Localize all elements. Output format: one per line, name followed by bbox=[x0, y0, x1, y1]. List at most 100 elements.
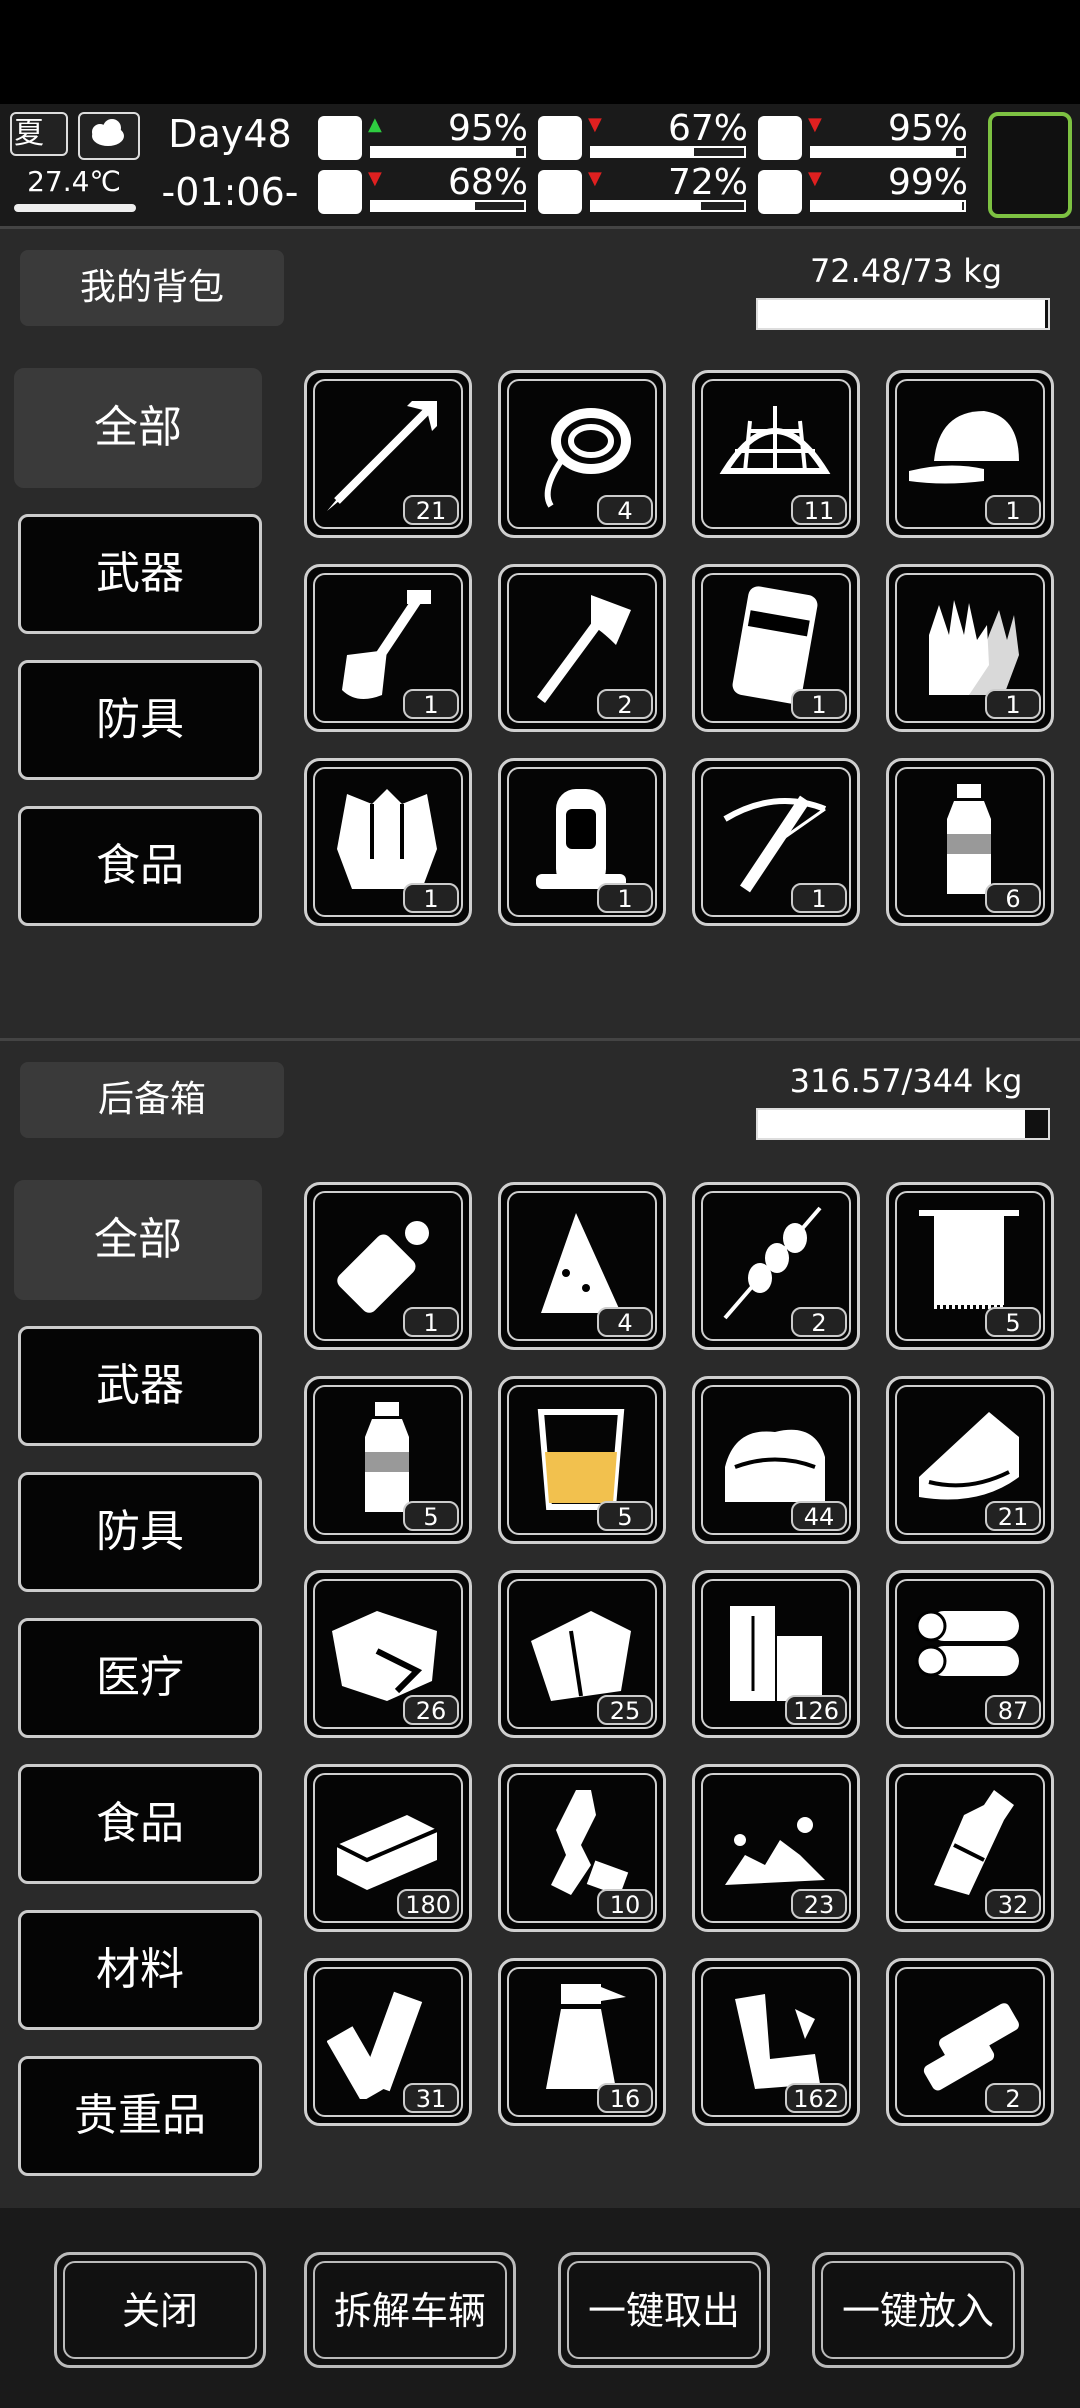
backpack-item-slot[interactable]: 4 bbox=[498, 370, 666, 538]
backpack-item-slot[interactable]: 1 bbox=[304, 564, 472, 732]
store-all-button[interactable]: 一键放入 bbox=[812, 2252, 1024, 2368]
rope-icon bbox=[544, 408, 631, 508]
backpack-item-slot[interactable]: 11 bbox=[692, 370, 860, 538]
backpack-category-tab[interactable]: 防具 bbox=[18, 660, 262, 780]
dismantle-vehicle-button[interactable]: 拆解车辆 bbox=[304, 2252, 516, 2368]
trunk-category-tab[interactable]: 防具 bbox=[18, 1472, 262, 1592]
thirst-percent: 72% bbox=[667, 162, 748, 203]
glass-bottle-icon bbox=[934, 1790, 1014, 1895]
stamina-bar bbox=[370, 200, 526, 212]
trunk-item-slot[interactable]: 4 bbox=[498, 1182, 666, 1350]
backpack-weight-bar bbox=[756, 298, 1050, 330]
backpack-category-tab[interactable]: 武器 bbox=[18, 514, 262, 634]
item-count: 16 bbox=[597, 2083, 653, 2113]
trend-arrow-icon: ▼ bbox=[808, 114, 822, 135]
backpack-item-slot[interactable]: 1 bbox=[304, 758, 472, 926]
item-count: 1 bbox=[985, 495, 1041, 525]
trunk-item-slot[interactable]: 44 bbox=[692, 1376, 860, 1544]
backpack-item-slot[interactable]: 1 bbox=[692, 564, 860, 732]
skewer-icon bbox=[723, 1206, 822, 1320]
trunk-item-slot[interactable]: 87 bbox=[886, 1570, 1054, 1738]
item-count: 126 bbox=[785, 1695, 847, 1725]
riot-shield-icon bbox=[732, 586, 818, 704]
close-button-label: 关闭 bbox=[63, 2261, 257, 2359]
take-all-label: 一键取出 bbox=[567, 2261, 761, 2359]
backpack-category-tab[interactable]: 全部 bbox=[14, 368, 262, 488]
item-count: 2 bbox=[597, 689, 653, 719]
item-count: 4 bbox=[597, 495, 653, 525]
trunk-weight-bar bbox=[756, 1108, 1050, 1140]
item-count: 32 bbox=[985, 1889, 1041, 1919]
trunk-title: 后备箱 bbox=[20, 1062, 284, 1138]
mood-bar bbox=[810, 200, 966, 212]
crossbow-icon bbox=[723, 795, 827, 893]
backpack-item-slot[interactable]: 1 bbox=[692, 758, 860, 926]
trunk-item-slot[interactable]: 10 bbox=[498, 1764, 666, 1932]
trunk-item-slot[interactable]: 21 bbox=[886, 1376, 1054, 1544]
backpack-item-slot[interactable]: 1 bbox=[498, 758, 666, 926]
trunk-category-tab[interactable]: 食品 bbox=[18, 1764, 262, 1884]
battery-icon bbox=[923, 2003, 1019, 2091]
backpack-item-slot[interactable]: 1 bbox=[886, 564, 1054, 732]
brick-icon bbox=[336, 1815, 438, 1890]
backpack-item-slot[interactable]: 21 bbox=[304, 370, 472, 538]
trunk-item-slot[interactable]: 5 bbox=[304, 1376, 472, 1544]
trunk-category-tab[interactable]: 贵重品 bbox=[18, 2056, 262, 2176]
net-icon bbox=[719, 406, 831, 474]
trunk-item-slot[interactable]: 32 bbox=[886, 1764, 1054, 1932]
item-count: 1 bbox=[791, 883, 847, 913]
trunk-item-slot[interactable]: 2 bbox=[692, 1182, 860, 1350]
trunk-item-slot[interactable]: 180 bbox=[304, 1764, 472, 1932]
trunk-category-tab[interactable]: 医疗 bbox=[18, 1618, 262, 1738]
take-all-button[interactable]: 一键取出 bbox=[558, 2252, 770, 2368]
trend-arrow-icon: ▼ bbox=[808, 168, 822, 189]
trunk-item-slot[interactable]: 126 bbox=[692, 1570, 860, 1738]
trunk-category-tab[interactable]: 全部 bbox=[14, 1180, 262, 1300]
backpack-item-slot[interactable]: 1 bbox=[886, 370, 1054, 538]
item-count: 10 bbox=[597, 1889, 653, 1919]
backpack-item-slot[interactable]: 2 bbox=[498, 564, 666, 732]
trunk-item-slot[interactable]: 5 bbox=[886, 1182, 1054, 1350]
pill-percent: 95% bbox=[887, 108, 968, 149]
item-count: 87 bbox=[985, 1695, 1041, 1725]
backpack-item-slot[interactable]: 6 bbox=[886, 758, 1054, 926]
item-count: 4 bbox=[597, 1307, 653, 1337]
item-count: 1 bbox=[597, 883, 653, 913]
trunk-category-tab[interactable]: 武器 bbox=[18, 1326, 262, 1446]
spray-bottle-icon bbox=[546, 1984, 626, 2089]
health-percent: 95% bbox=[447, 108, 528, 149]
item-count: 5 bbox=[403, 1501, 459, 1531]
logs-icon bbox=[915, 1610, 1019, 1677]
juice-glass-icon bbox=[537, 1409, 625, 1510]
thirst-bar bbox=[590, 200, 746, 212]
hunger-bar bbox=[590, 146, 746, 158]
backpack-category-tab[interactable]: 食品 bbox=[18, 806, 262, 926]
water-bottle-icon bbox=[947, 784, 991, 894]
trunk-item-slot[interactable]: 1 bbox=[304, 1182, 472, 1350]
trunk-item-slot[interactable]: 25 bbox=[498, 1570, 666, 1738]
season-label: 夏 bbox=[14, 116, 44, 151]
planks-icon bbox=[327, 1991, 423, 2099]
item-count: 5 bbox=[597, 1501, 653, 1531]
close-button[interactable]: 关闭 bbox=[54, 2252, 266, 2368]
trunk-item-slot[interactable]: 162 bbox=[692, 1958, 860, 2126]
item-count: 21 bbox=[985, 1501, 1041, 1531]
game-clock: -01:06- bbox=[161, 170, 299, 214]
axe-icon bbox=[536, 595, 631, 703]
trunk-item-slot[interactable]: 16 bbox=[498, 1958, 666, 2126]
trunk-item-slot[interactable]: 5 bbox=[498, 1376, 666, 1544]
trunk-item-slot[interactable]: 2 bbox=[886, 1958, 1054, 2126]
trunk-category-tab[interactable]: 材料 bbox=[18, 1910, 262, 2030]
trunk-item-slot[interactable]: 23 bbox=[692, 1764, 860, 1932]
quick-slot[interactable] bbox=[988, 112, 1072, 218]
item-count: 1 bbox=[791, 689, 847, 719]
pill-bar bbox=[810, 146, 966, 158]
trunk-item-slot[interactable]: 26 bbox=[304, 1570, 472, 1738]
backpack-title: 我的背包 bbox=[20, 250, 284, 326]
boot-icon bbox=[318, 170, 362, 214]
item-count: 26 bbox=[403, 1695, 459, 1725]
heart-icon bbox=[758, 170, 802, 214]
crushed-bottle-icon bbox=[551, 1790, 629, 1896]
item-count: 11 bbox=[791, 495, 847, 525]
trunk-item-slot[interactable]: 31 bbox=[304, 1958, 472, 2126]
